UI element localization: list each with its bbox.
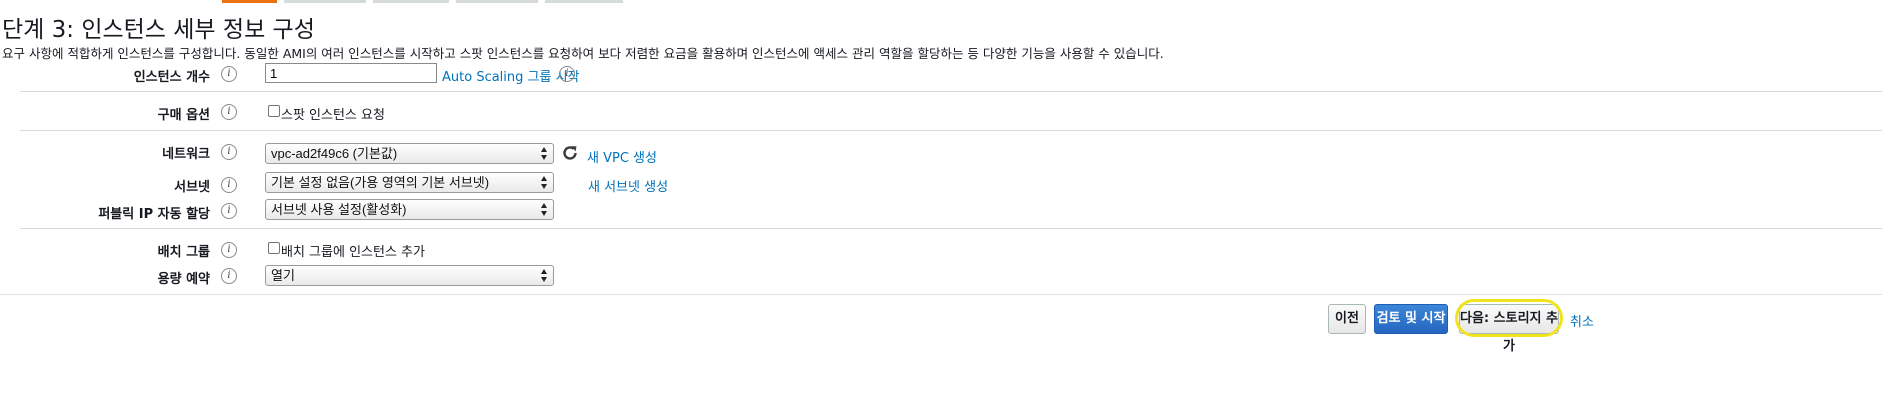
subnet-label: 서브넷 bbox=[174, 180, 210, 195]
capacity-reservation-select[interactable]: 열기 bbox=[265, 265, 554, 286]
info-icon[interactable]: i bbox=[221, 177, 237, 193]
spot-instance-checkbox-label[interactable]: 스팟 인스턴스 요청 bbox=[281, 104, 385, 123]
tab-indicator[interactable] bbox=[284, 0, 366, 3]
tab-indicator[interactable] bbox=[545, 0, 623, 3]
refresh-icon[interactable] bbox=[561, 144, 579, 162]
cancel-link[interactable]: 취소 bbox=[1570, 311, 1594, 330]
placement-group-checkbox-label[interactable]: 배치 그룹에 인스턴스 추가 bbox=[281, 241, 425, 260]
previous-button[interactable]: 이전 bbox=[1328, 304, 1366, 334]
info-icon[interactable]: i bbox=[221, 66, 237, 82]
select-arrows-icon bbox=[541, 203, 547, 216]
page-title: 단계 3: 인스턴스 세부 정보 구성 bbox=[2, 17, 315, 43]
instance-count-label: 인스턴스 개수 bbox=[133, 70, 210, 85]
section-divider bbox=[20, 228, 1882, 229]
next-add-storage-button[interactable]: 다음: 스토리지 추가 bbox=[1459, 304, 1559, 354]
info-icon[interactable]: i bbox=[221, 242, 237, 258]
info-icon[interactable]: i bbox=[221, 203, 237, 219]
review-and-launch-button[interactable]: 검토 및 시작 bbox=[1374, 304, 1448, 334]
purchase-option-label: 구매 옵션 bbox=[157, 108, 210, 123]
capacity-reservation-select-value: 열기 bbox=[271, 268, 295, 283]
select-arrows-icon bbox=[541, 176, 547, 189]
spot-instance-checkbox[interactable] bbox=[268, 105, 280, 117]
select-arrows-icon bbox=[541, 147, 547, 160]
info-icon[interactable]: i bbox=[221, 104, 237, 120]
network-select[interactable]: vpc-ad2f49c6 (기본값) bbox=[265, 143, 554, 164]
subnet-select-value: 기본 설정 없음(가용 영역의 기본 서브넷) bbox=[271, 175, 490, 190]
tab-indicator-active[interactable] bbox=[222, 0, 277, 3]
subnet-select[interactable]: 기본 설정 없음(가용 영역의 기본 서브넷) bbox=[265, 172, 554, 193]
tab-indicator[interactable] bbox=[373, 0, 449, 3]
info-icon[interactable]: i bbox=[221, 144, 237, 160]
public-ip-label: 퍼블릭 IP 자동 할당 bbox=[98, 207, 210, 222]
public-ip-select[interactable]: 서브넷 사용 설정(활성화) bbox=[265, 199, 554, 220]
capacity-reservation-label: 용량 예약 bbox=[157, 272, 210, 287]
create-subnet-link[interactable]: 새 서브넷 생성 bbox=[588, 176, 668, 195]
instance-count-input[interactable] bbox=[265, 63, 437, 83]
form-bottom-divider bbox=[0, 294, 1882, 295]
network-label: 네트워크 bbox=[162, 147, 210, 162]
info-icon[interactable]: i bbox=[559, 66, 575, 82]
info-icon[interactable]: i bbox=[221, 268, 237, 284]
tab-indicator[interactable] bbox=[456, 0, 538, 3]
network-select-value: vpc-ad2f49c6 (기본값) bbox=[271, 146, 398, 161]
placement-group-checkbox[interactable] bbox=[268, 242, 280, 254]
public-ip-select-value: 서브넷 사용 설정(활성화) bbox=[271, 202, 407, 217]
placement-group-label: 배치 그룹 bbox=[157, 245, 210, 260]
page-description: 요구 사항에 적합하게 인스턴스를 구성합니다. 동일한 AMI의 여러 인스턴… bbox=[2, 46, 1164, 61]
section-divider bbox=[20, 91, 1882, 92]
wizard-tab-strip bbox=[0, 0, 1903, 3]
section-divider bbox=[20, 130, 1882, 131]
select-arrows-icon bbox=[541, 269, 547, 282]
create-vpc-link[interactable]: 새 VPC 생성 bbox=[587, 147, 657, 166]
